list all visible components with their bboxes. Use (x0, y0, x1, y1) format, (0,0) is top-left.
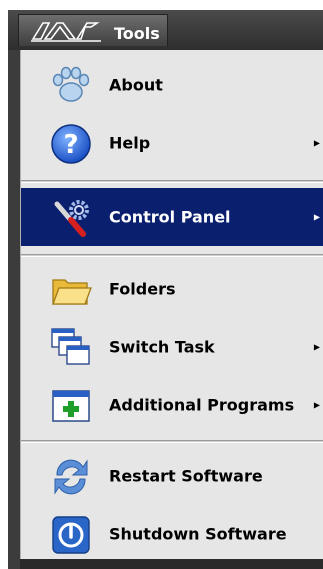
tools-menu: About ? Help ▶ Control Panel ▶ Folders S… (20, 50, 323, 559)
tools-title: Tools (114, 24, 160, 43)
menu-item-shutdown-software[interactable]: Shutdown Software (21, 505, 323, 563)
wrench-gear-icon (54, 200, 89, 237)
menu-separator (21, 180, 323, 183)
add-window-icon (52, 390, 90, 422)
svg-text:?: ? (63, 130, 78, 160)
avolites-logo-icon (31, 22, 101, 42)
menu-item-help[interactable]: ? Help ▶ (21, 114, 323, 172)
menu-item-label: Help (109, 133, 151, 153)
help-icon: ? (51, 124, 91, 164)
power-icon (52, 516, 90, 554)
menu-item-label: Control Panel (109, 207, 231, 227)
submenu-arrow-icon: ▶ (313, 138, 320, 148)
menu-item-switch-task[interactable]: Switch Task ▶ (21, 318, 323, 376)
menu-item-label: Shutdown Software (109, 524, 287, 544)
title-bar: Tools (8, 10, 323, 50)
menu-item-label: Folders (109, 279, 176, 299)
submenu-arrow-icon: ▶ (313, 342, 320, 352)
menu-item-label: Restart Software (109, 466, 263, 486)
submenu-arrow-icon: ▶ (313, 212, 320, 222)
menu-item-label: Additional Programs (109, 395, 295, 415)
tools-tab[interactable]: Tools (18, 14, 168, 46)
menu-item-folders[interactable]: Folders (21, 260, 323, 318)
tools-window: Tools About ? Help ▶ Control Panel ▶ Fol… (8, 10, 323, 569)
menu-separator (21, 254, 323, 257)
menu-bottom-edge (20, 559, 323, 569)
submenu-arrow-icon: ▶ (313, 400, 320, 410)
windows-icon (51, 328, 90, 365)
menu-item-control-panel[interactable]: Control Panel ▶ (21, 188, 323, 246)
menu-item-label: About (109, 75, 163, 95)
menu-item-additional-programs[interactable]: Additional Programs ▶ (21, 376, 323, 434)
folder-icon (52, 279, 92, 305)
menu-item-about[interactable]: About (21, 56, 323, 114)
menu-item-label: Switch Task (109, 337, 215, 357)
menu-item-restart-software[interactable]: Restart Software (21, 447, 323, 505)
restart-icon (54, 459, 88, 495)
menu-separator (21, 440, 323, 443)
paw-icon (52, 66, 90, 102)
